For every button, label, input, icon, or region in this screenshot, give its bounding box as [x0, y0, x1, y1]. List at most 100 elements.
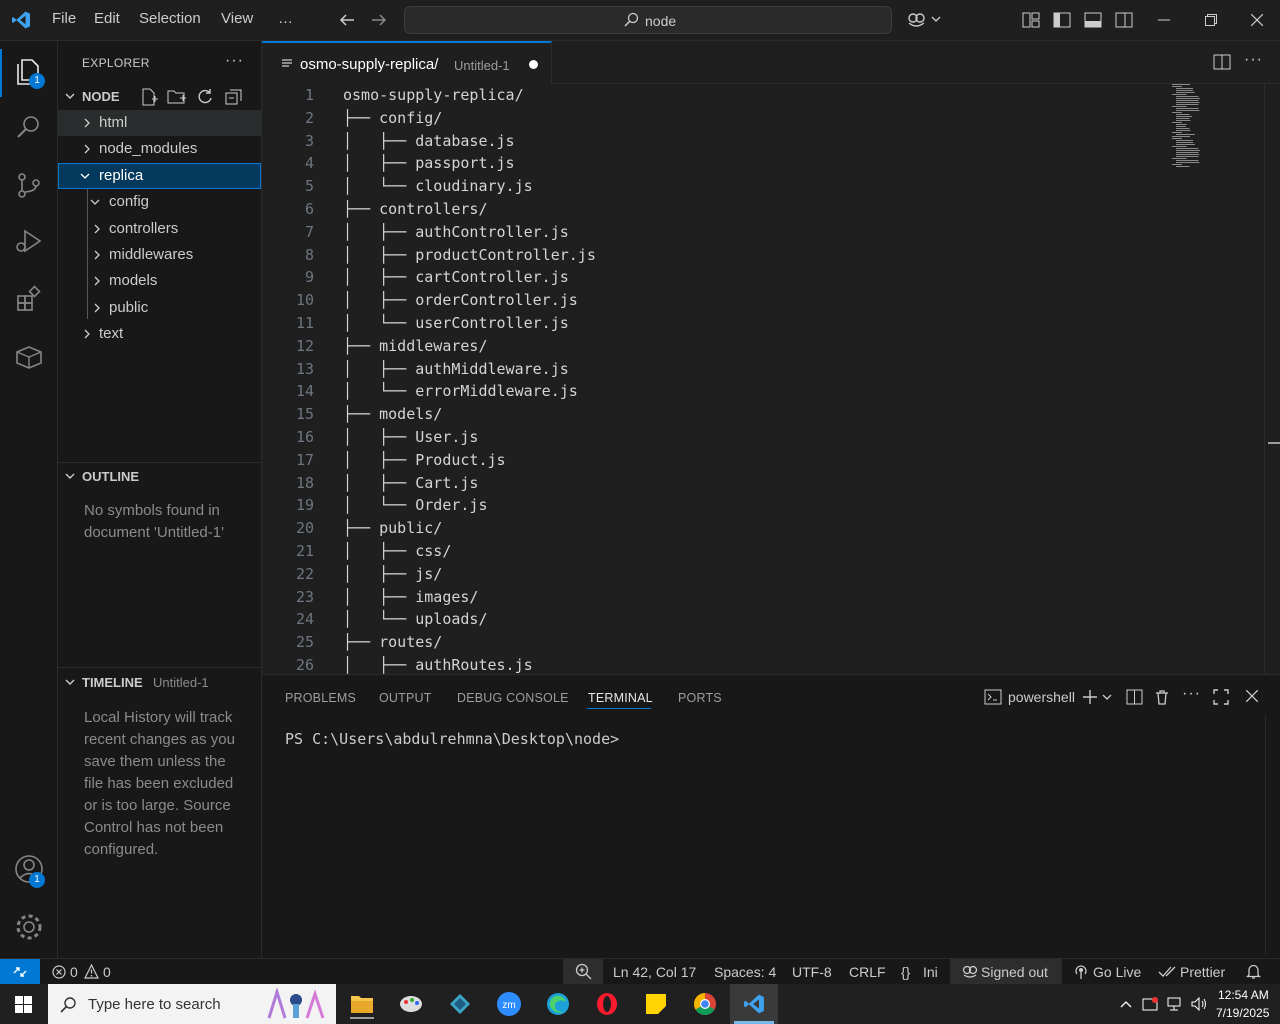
accounts-icon[interactable]: 1	[13, 853, 45, 888]
settings-gear-icon[interactable]	[13, 911, 45, 943]
code-editor[interactable]: 1 osmo-supply-replica/2 ├── config/3 │ ├── …	[262, 84, 1280, 674]
line-number: 13	[295, 359, 314, 378]
new-terminal-icon[interactable]	[1082, 689, 1098, 705]
paint-app-icon[interactable]	[391, 988, 431, 1020]
menu-edit[interactable]: Edit	[94, 10, 120, 27]
source-control-icon[interactable]	[13, 169, 45, 201]
toggle-panel-icon[interactable]	[1084, 12, 1102, 28]
timeline-section-header[interactable]: TIMELINE Untitled-1	[58, 672, 261, 694]
menu-more[interactable]: …	[278, 10, 293, 27]
tab-terminal[interactable]: TERMINAL	[588, 691, 653, 705]
file-explorer-icon[interactable]	[342, 988, 382, 1020]
prettier-status[interactable]: Prettier	[1180, 964, 1225, 980]
tree-item-html[interactable]: html	[58, 110, 261, 136]
close-panel-icon[interactable]	[1246, 690, 1258, 702]
remote-indicator[interactable]	[0, 959, 40, 985]
taskbar-vscode-active[interactable]	[730, 984, 778, 1024]
customize-layout-icon[interactable]	[1022, 12, 1040, 28]
chevron-right-icon	[84, 144, 90, 154]
back-arrow-icon[interactable]	[338, 12, 356, 28]
chevron-down-icon[interactable]	[1102, 693, 1112, 701]
tab-debug-console[interactable]: DEBUG CONSOLE	[457, 691, 569, 705]
editor-scrollbar[interactable]	[1264, 84, 1280, 674]
tree-item-controllers[interactable]: controllers	[58, 216, 261, 242]
volume-icon[interactable]	[1190, 996, 1208, 1012]
tab-problems[interactable]: PROBLEMS	[285, 691, 356, 705]
language-mode[interactable]: Ini	[923, 964, 938, 980]
windows-start-icon[interactable]	[15, 996, 32, 1013]
terminal-scrollbar[interactable]	[1265, 715, 1279, 955]
tree-item-text[interactable]: text	[58, 321, 261, 347]
toggle-sidebar-icon[interactable]	[1053, 12, 1071, 28]
minimize-icon[interactable]	[1158, 19, 1170, 21]
tree-item-models[interactable]: models	[58, 268, 261, 294]
warning-icon[interactable]	[84, 964, 99, 979]
outline-section-header[interactable]: OUTLINE	[58, 466, 261, 488]
menu-selection[interactable]: Selection	[139, 10, 201, 27]
tab-ports[interactable]: PORTS	[678, 691, 722, 705]
editor-more-actions-icon[interactable]: ···	[1244, 51, 1263, 69]
clock-time[interactable]: 12:54 AM	[1218, 988, 1269, 1002]
unsaved-dot-icon[interactable]	[529, 60, 538, 69]
forward-arrow-icon[interactable]	[370, 12, 388, 28]
edge-browser-icon[interactable]	[538, 988, 578, 1020]
toggle-secondary-sidebar-icon[interactable]	[1115, 12, 1133, 28]
tab-output[interactable]: OUTPUT	[379, 691, 432, 705]
close-window-icon[interactable]	[1251, 14, 1263, 26]
line-ending[interactable]: CRLF	[849, 964, 886, 980]
minimap[interactable]	[1172, 84, 1252, 174]
tree-item-node-modules[interactable]: node_modules	[58, 136, 261, 162]
menu-view[interactable]: View	[221, 10, 253, 27]
terminal-shell-name[interactable]: powershell	[1008, 689, 1075, 705]
opera-browser-icon[interactable]	[587, 988, 627, 1020]
run-debug-icon[interactable]	[13, 225, 45, 257]
collapse-all-icon[interactable]	[225, 88, 243, 106]
chevron-down-icon[interactable]	[931, 15, 941, 23]
file-encoding[interactable]: UTF-8	[792, 964, 832, 980]
braces-icon[interactable]: {}	[901, 964, 910, 980]
error-count[interactable]: 0	[70, 964, 78, 980]
menu-file[interactable]: File	[52, 10, 76, 27]
warning-count[interactable]: 0	[103, 964, 111, 980]
sticky-notes-icon[interactable]	[636, 988, 676, 1020]
account-status[interactable]: Signed out	[950, 959, 1062, 985]
zoom-indicator[interactable]	[563, 959, 603, 985]
tree-item-replica[interactable]: replica	[58, 163, 261, 189]
tree-item-middlewares[interactable]: middlewares	[58, 242, 261, 268]
clock-date[interactable]: 7/19/2025	[1216, 1006, 1269, 1020]
command-center-search[interactable]: node	[404, 6, 892, 34]
tab-title: osmo-supply-replica/	[300, 56, 439, 73]
maximize-panel-icon[interactable]	[1213, 689, 1229, 705]
bell-icon[interactable]	[1246, 964, 1261, 980]
new-file-icon[interactable]	[140, 88, 158, 106]
tab-untitled-1[interactable]: osmo-supply-replica/ Untitled-1	[262, 41, 552, 84]
terminal-prompt[interactable]: PS C:\Users\abdulrehmna\Desktop\node>	[285, 730, 619, 748]
minimap-line	[1176, 144, 1195, 145]
network-icon[interactable]	[1166, 996, 1184, 1012]
zoom-app-icon[interactable]: zm	[489, 988, 529, 1020]
trash-icon[interactable]	[1154, 689, 1170, 705]
copilot-icon[interactable]	[906, 11, 928, 29]
tree-item-config[interactable]: config	[58, 189, 261, 215]
tray-app-icon[interactable]	[1142, 996, 1159, 1012]
error-icon[interactable]	[52, 965, 66, 979]
refresh-icon[interactable]	[196, 88, 214, 106]
new-folder-icon[interactable]	[167, 88, 187, 106]
remote-explorer-icon[interactable]	[13, 341, 45, 373]
tray-chevron-up-icon[interactable]	[1120, 999, 1132, 1009]
restore-icon[interactable]	[1205, 14, 1217, 26]
explorer-icon[interactable]: 1	[13, 55, 45, 89]
split-editor-icon[interactable]	[1213, 54, 1231, 70]
taskbar-search-box[interactable]: Type here to search	[48, 984, 336, 1024]
chrome-browser-icon[interactable]	[685, 988, 725, 1020]
go-live-button[interactable]: Go Live	[1093, 964, 1141, 980]
split-terminal-icon[interactable]	[1126, 689, 1143, 705]
cursor-position[interactable]: Ln 42, Col 17	[613, 964, 696, 980]
more-actions-icon[interactable]: ···	[225, 52, 244, 70]
tree-item-public[interactable]: public	[58, 295, 261, 321]
panel-more-actions-icon[interactable]: ···	[1182, 685, 1201, 703]
extensions-icon[interactable]	[13, 283, 45, 315]
app-diamond-icon[interactable]	[440, 988, 480, 1020]
indentation[interactable]: Spaces: 4	[714, 964, 776, 980]
search-view-icon[interactable]	[13, 111, 45, 143]
